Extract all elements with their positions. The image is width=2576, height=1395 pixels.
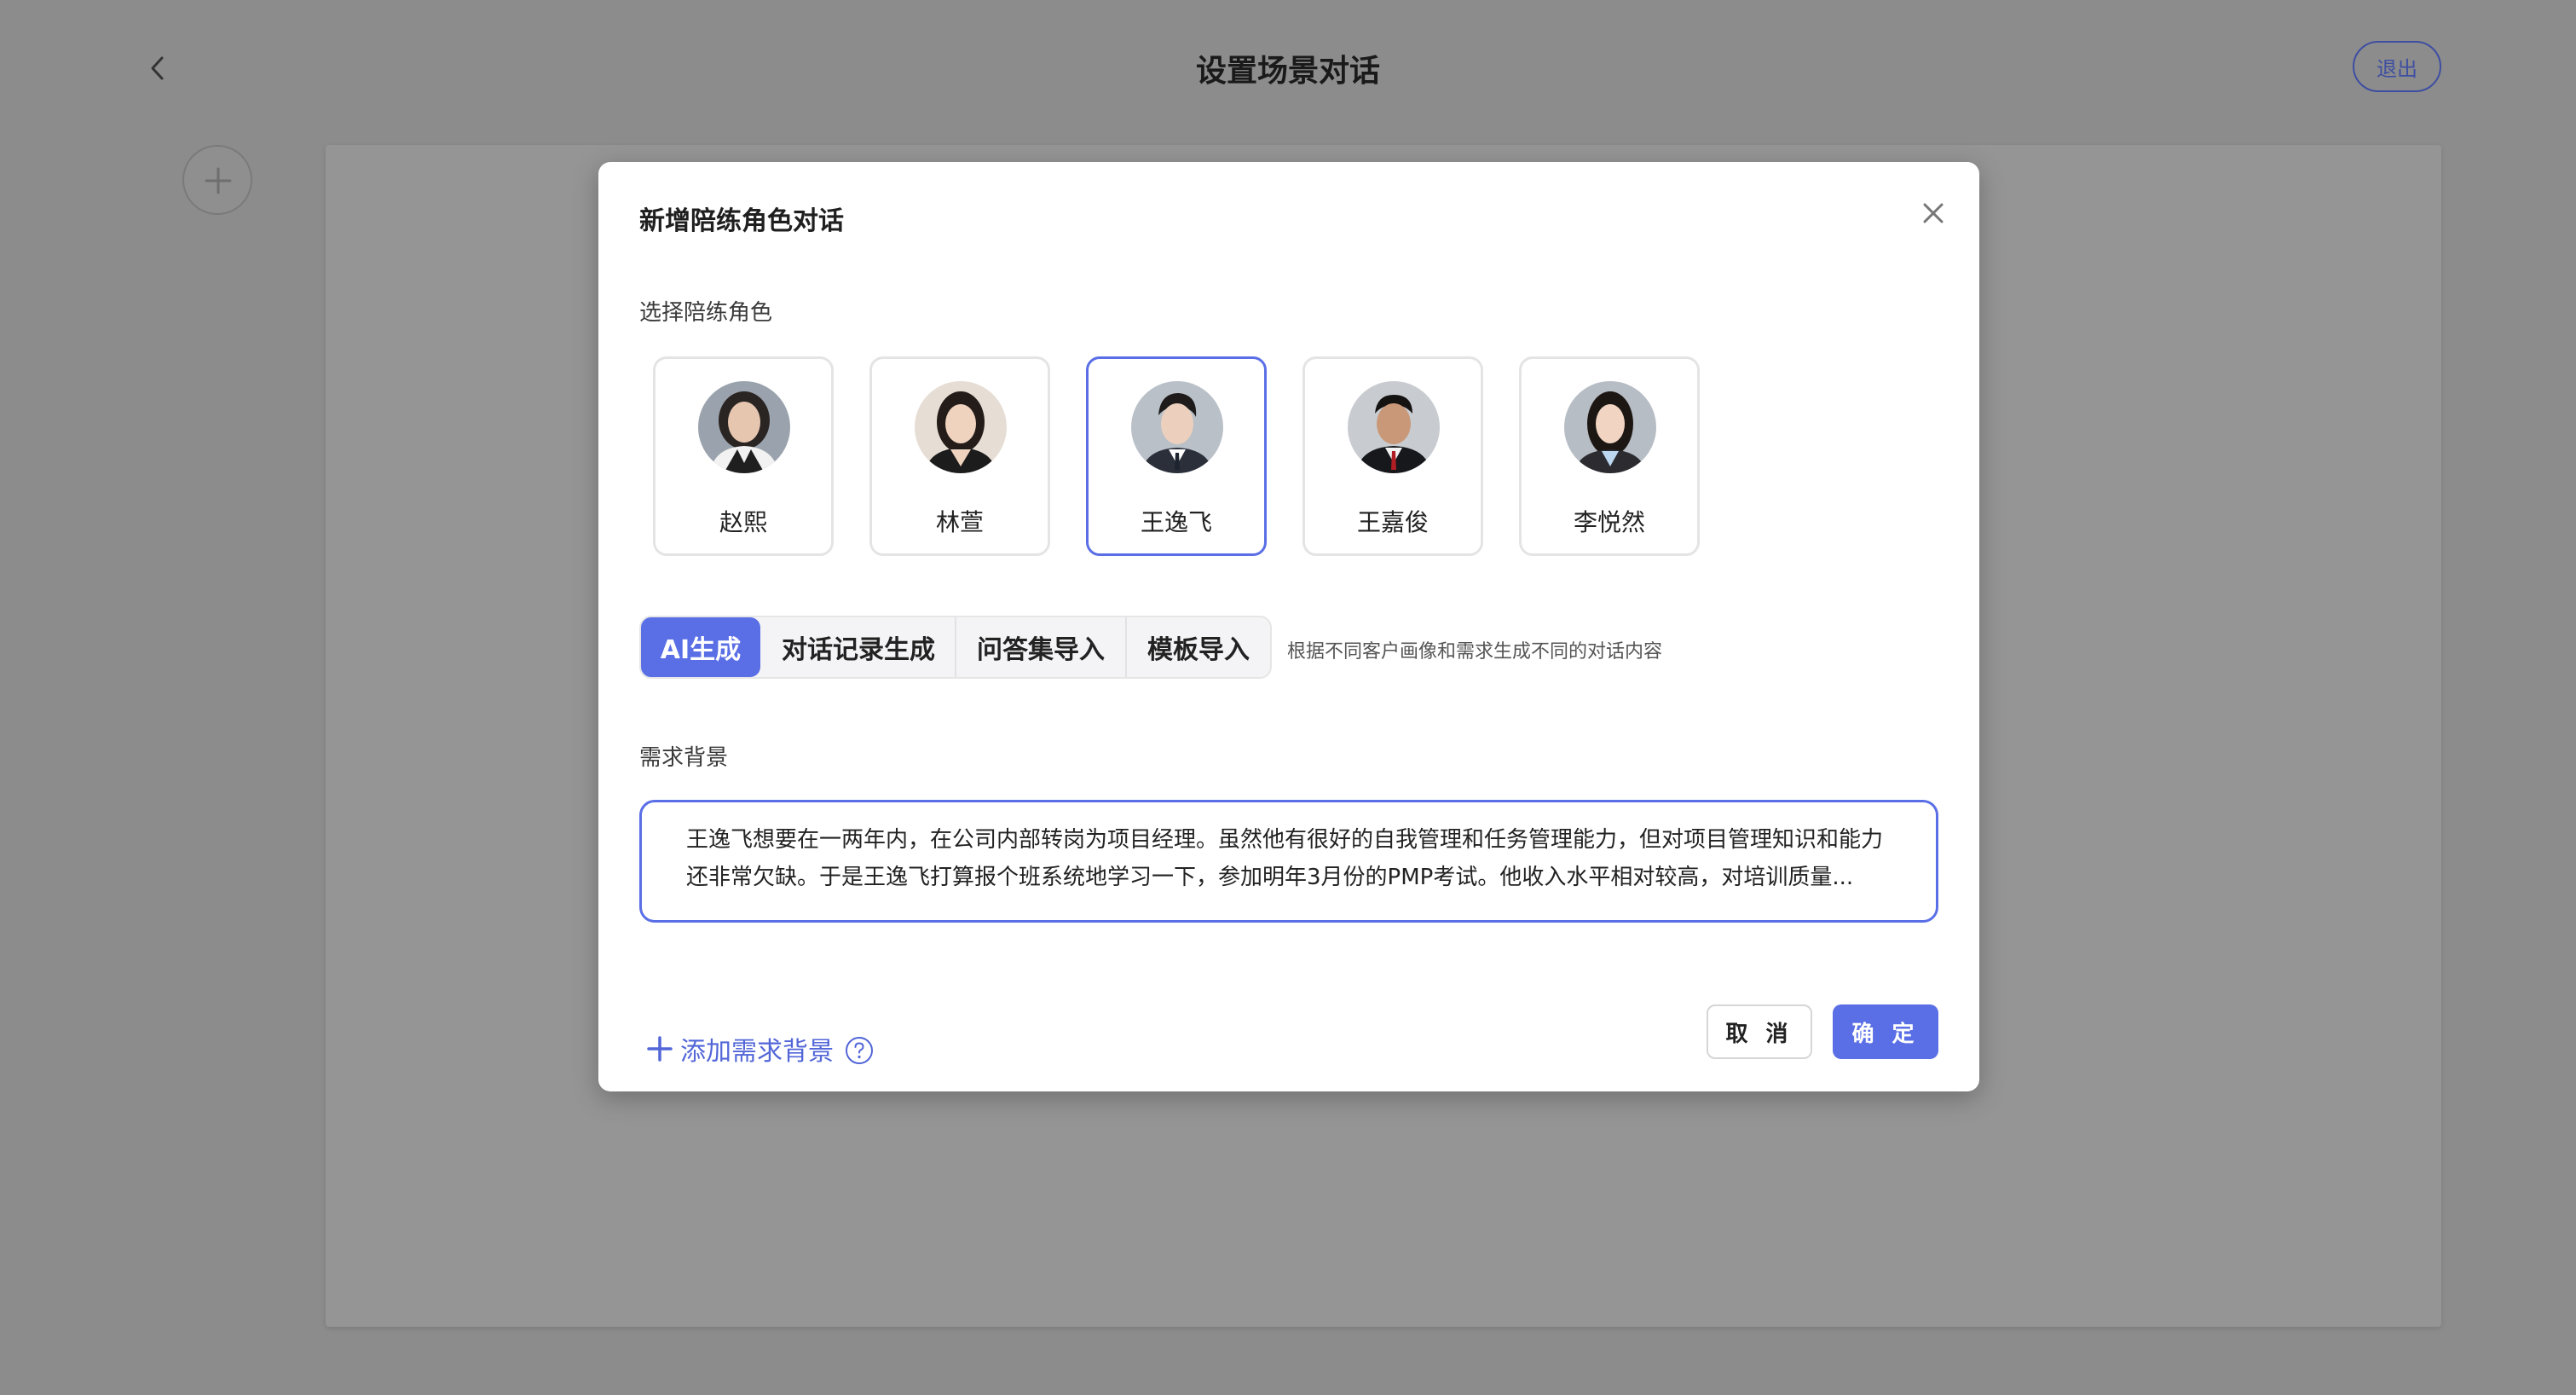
background-section-label: 需求背景 xyxy=(639,745,729,771)
man-portrait-icon xyxy=(1348,381,1440,473)
modal-title: 新增陪练角色对话 xyxy=(639,206,844,236)
role-name: 王逸飞 xyxy=(1140,508,1212,536)
role-card-wangjiajun[interactable]: 王嘉俊 xyxy=(1302,356,1483,556)
tab-template-import[interactable]: 模板导入 xyxy=(1127,617,1270,677)
role-name: 赵熙 xyxy=(719,508,767,536)
close-icon xyxy=(1923,203,1944,223)
woman-portrait-icon xyxy=(698,381,790,473)
woman-portrait-icon xyxy=(915,381,1007,473)
role-card-wangyifei[interactable]: 王逸飞 xyxy=(1086,356,1267,556)
plus-icon xyxy=(205,167,232,194)
avatar xyxy=(1348,381,1440,473)
confirm-button[interactable]: 确 定 xyxy=(1833,1004,1938,1059)
background-text: 王逸飞想要在一两年内，在公司内部转岗为项目经理。虽然他有很好的自我管理和任务管理… xyxy=(686,827,1884,890)
add-scene-button[interactable] xyxy=(182,145,252,215)
tab-dialog-record[interactable]: 对话记录生成 xyxy=(762,617,955,677)
background-textarea[interactable]: 王逸飞想要在一两年内，在公司内部转岗为项目经理。虽然他有很好的自我管理和任务管理… xyxy=(639,800,1938,923)
tab-ai-generate[interactable]: AI生成 xyxy=(641,617,760,677)
add-background-label: 添加需求背景 xyxy=(680,1037,834,1067)
role-section-label: 选择陪练角色 xyxy=(639,300,773,326)
help-button[interactable] xyxy=(844,1035,875,1066)
role-card-liyueran[interactable]: 李悦然 xyxy=(1519,356,1700,556)
role-name: 林萱 xyxy=(935,508,984,536)
tab-hint: 根据不同客户画像和需求生成不同的对话内容 xyxy=(1287,641,1663,663)
woman-portrait-icon xyxy=(1564,381,1656,473)
page-title: 设置场景对话 xyxy=(1195,54,1380,89)
cancel-button[interactable]: 取 消 xyxy=(1707,1004,1812,1059)
tab-qa-import[interactable]: 问答集导入 xyxy=(956,617,1125,677)
generation-mode-tabs: AI生成 对话记录生成 问答集导入 模板导入 xyxy=(639,616,1272,679)
avatar xyxy=(698,381,790,473)
avatar xyxy=(1131,381,1223,473)
avatar xyxy=(915,381,1007,473)
add-role-dialog-modal: 新增陪练角色对话 选择陪练角色 赵熙 林萱 王逸飞 王嘉俊 李悦然 AI生成 对… xyxy=(598,162,1979,1091)
close-button[interactable] xyxy=(1916,196,1950,230)
role-card-zhaoxi[interactable]: 赵熙 xyxy=(653,356,834,556)
add-background-link[interactable]: 添加需求背景 xyxy=(646,1030,834,1068)
role-name: 李悦然 xyxy=(1573,508,1645,536)
plus-icon xyxy=(647,1036,673,1062)
exit-button[interactable]: 退出 xyxy=(2353,41,2441,92)
role-card-linxuan[interactable]: 林萱 xyxy=(869,356,1050,556)
avatar xyxy=(1564,381,1656,473)
man-portrait-icon xyxy=(1131,381,1223,473)
question-circle-icon xyxy=(846,1037,873,1064)
role-name: 王嘉俊 xyxy=(1356,508,1429,536)
